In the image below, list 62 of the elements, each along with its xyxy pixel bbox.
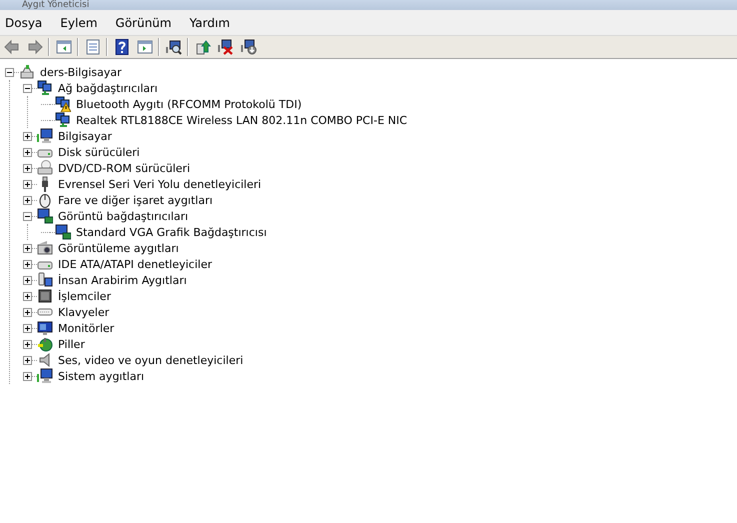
- collapse-icon[interactable]: [23, 212, 32, 220]
- tree-item[interactable]: Görüntüleme aygıtları: [57, 242, 180, 254]
- battery-icon: [37, 336, 53, 352]
- panel-icon[interactable]: [56, 39, 72, 55]
- expand-icon[interactable]: [23, 196, 32, 204]
- expand-icon[interactable]: [23, 372, 32, 380]
- mouse-icon: [37, 192, 53, 208]
- tree-item[interactable]: Ağ bağdaştırıcıları: [57, 82, 159, 94]
- disable-icon[interactable]: [240, 39, 256, 55]
- expand-icon[interactable]: [23, 244, 32, 252]
- chip-icon: [37, 288, 53, 304]
- expand-icon[interactable]: [23, 180, 32, 188]
- expand-icon[interactable]: [23, 324, 32, 332]
- expand-icon[interactable]: [23, 340, 32, 348]
- panel-icon[interactable]: [136, 39, 152, 55]
- uninstall-icon[interactable]: [218, 39, 234, 55]
- help-icon[interactable]: [114, 39, 130, 55]
- tree-item[interactable]: DVD/CD-ROM sürücüleri: [57, 162, 192, 174]
- network-warning-icon: [55, 96, 71, 112]
- properties-icon[interactable]: [84, 39, 100, 55]
- menu-item[interactable]: Eylem: [56, 16, 106, 30]
- expand-icon[interactable]: [23, 148, 32, 156]
- scan-icon[interactable]: [166, 39, 182, 55]
- network-icon: [37, 80, 53, 96]
- tree-item[interactable]: Klavyeler: [57, 306, 110, 318]
- tree-item[interactable]: İnsan Arabirim Aygıtları: [57, 274, 188, 286]
- tree-item[interactable]: Evrensel Seri Veri Yolu denetleyicileri: [57, 178, 262, 190]
- window-title: Aygıt Yöneticisi: [22, 0, 90, 10]
- tree-item[interactable]: IDE ATA/ATAPI denetleyiciler: [57, 258, 214, 270]
- forward-arrow-icon[interactable]: [26, 39, 42, 55]
- update-driver-icon[interactable]: [194, 39, 210, 55]
- expand-icon[interactable]: [23, 276, 32, 284]
- expand-icon[interactable]: [23, 292, 32, 300]
- device-icon: [37, 272, 53, 288]
- tree-item[interactable]: Disk sürücüleri: [57, 146, 141, 158]
- display-adapter-icon: [55, 224, 71, 240]
- back-arrow-icon[interactable]: [4, 39, 20, 55]
- expand-icon[interactable]: [23, 132, 32, 140]
- expand-icon[interactable]: [23, 356, 32, 364]
- tree-item[interactable]: Monitörler: [57, 322, 116, 334]
- tree-item[interactable]: Standard VGA Grafik Bağdaştırıcısı: [75, 226, 268, 238]
- expand-icon[interactable]: [23, 164, 32, 172]
- tree-item[interactable]: Fare ve diğer işaret aygıtları: [57, 194, 214, 206]
- computer-icon: [19, 64, 35, 80]
- collapse-icon[interactable]: [5, 68, 14, 76]
- tree-item[interactable]: Görüntü bağdaştırıcıları: [57, 210, 190, 222]
- tree-item[interactable]: Realtek RTL8188CE Wireless LAN 802.11n COMBO PCI-E NIC: [75, 114, 408, 126]
- tree-item[interactable]: Ses, video ve oyun denetleyicileri: [57, 354, 244, 366]
- tree-item[interactable]: Sistem aygıtları: [57, 370, 146, 382]
- display-adapter-icon: [37, 208, 53, 224]
- tree-item[interactable]: İşlemciler: [57, 290, 112, 302]
- expand-icon[interactable]: [23, 308, 32, 316]
- menu-item[interactable]: Görünüm: [111, 16, 180, 30]
- expand-icon[interactable]: [23, 260, 32, 268]
- network-icon: [55, 112, 71, 128]
- menu-item[interactable]: Yardım: [185, 16, 238, 30]
- tree-item[interactable]: Piller: [57, 338, 86, 350]
- collapse-icon[interactable]: [23, 84, 32, 92]
- tree-item[interactable]: Bluetooth Aygıtı (RFCOMM Protokolü TDI): [75, 98, 303, 110]
- tree-item[interactable]: Bilgisayar: [57, 130, 113, 142]
- tree-item[interactable]: ders-Bilgisayar: [39, 66, 123, 78]
- menu-item[interactable]: Dosya: [1, 16, 50, 30]
